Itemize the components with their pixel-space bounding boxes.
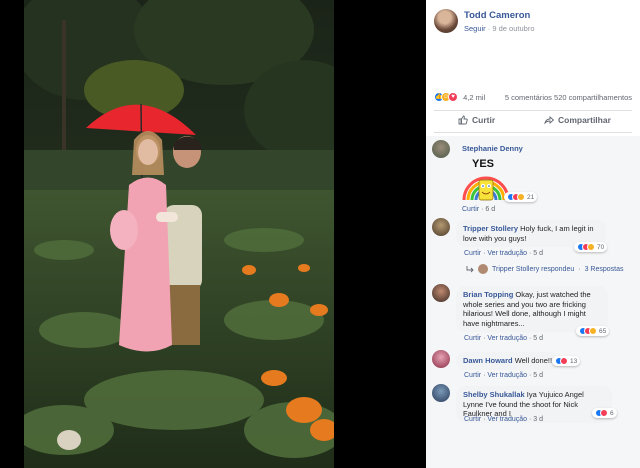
reaction-count[interactable]: 4,2 mil — [463, 93, 485, 102]
replies-row[interactable]: Tripper Stollery respondeu · 3 Respostas — [466, 264, 624, 274]
author-name[interactable]: Todd Cameron — [464, 10, 530, 21]
photo-viewer — [0, 0, 426, 468]
comment-reactions[interactable]: 21 — [504, 192, 538, 202]
love-reaction-icon — [560, 357, 568, 365]
reply-dot: · — [578, 265, 581, 273]
commenter-avatar[interactable] — [432, 384, 450, 402]
comment-footer: Curtir · Ver tradução · 5 d — [464, 250, 544, 257]
divider — [434, 110, 632, 111]
post-photo[interactable] — [24, 0, 334, 468]
haha-reaction-icon — [587, 243, 595, 251]
post-date[interactable]: 9 de outubro — [492, 24, 534, 33]
comment-reaction-count: 21 — [527, 193, 535, 201]
reaction-summary: 👍 ☺ ♥ 4,2 mil 5 comentários 520 comparti… — [434, 92, 632, 106]
comment-like-link[interactable]: Curtir — [464, 416, 481, 423]
commenter-avatar[interactable] — [432, 350, 450, 368]
like-label: Curtir — [472, 115, 496, 125]
comment-reaction-count: 65 — [599, 327, 607, 335]
reply-arrow-icon — [466, 266, 474, 273]
comment-reactions[interactable]: 13 — [552, 356, 581, 366]
comment-reactions[interactable]: 6 — [592, 408, 617, 418]
post-sidebar: Todd Cameron Seguir · 9 de outubro 👍 ☺ ♥… — [426, 0, 640, 468]
comment-bubble: Dawn Howard Well done!! — [456, 352, 560, 370]
shares-count[interactable]: 520 compartilhamentos — [554, 93, 632, 102]
commenter-name[interactable]: Dawn Howard — [463, 356, 513, 365]
reaction-icons[interactable]: 👍 ☺ ♥ — [434, 92, 458, 103]
author-avatar[interactable] — [434, 9, 458, 33]
comment-text: Well done!! — [514, 356, 553, 365]
replier-text[interactable]: Tripper Stollery respondeu — [492, 266, 574, 273]
comments-section: Stephanie Denny YES 21 Curtir · 6 d Trip… — [426, 136, 640, 468]
replier-avatar — [478, 264, 488, 274]
translate-link[interactable]: Ver tradução — [487, 335, 527, 342]
comment-reactions[interactable]: 70 — [574, 242, 608, 252]
commenter-name[interactable]: Brian Topping — [463, 290, 513, 299]
yes-sticker: YES — [462, 158, 510, 206]
comment-like-link[interactable]: Curtir — [462, 206, 479, 213]
commenter-name[interactable]: Shelby Shukallak — [463, 390, 525, 399]
comment-time[interactable]: 5 d — [533, 335, 543, 342]
comment-time[interactable]: 5 d — [533, 372, 543, 379]
translate-link[interactable]: Ver tradução — [487, 372, 527, 379]
haha-reaction-icon — [589, 327, 597, 335]
divider — [434, 132, 632, 133]
post-header: Todd Cameron Seguir · 9 de outubro — [426, 0, 640, 42]
love-reaction-icon — [600, 409, 608, 417]
commenter-avatar[interactable] — [432, 218, 450, 236]
post-meta: Seguir · 9 de outubro — [464, 24, 535, 33]
post-stats: 5 comentários 520 compartilhamentos — [505, 93, 632, 102]
comment-like-link[interactable]: Curtir — [464, 372, 481, 379]
commenter-avatar[interactable] — [432, 284, 450, 302]
comment-footer: Curtir · Ver tradução · 5 d — [464, 335, 544, 342]
comment-footer: Curtir · Ver tradução · 5 d — [464, 372, 544, 379]
share-button[interactable]: Compartilhar — [544, 115, 611, 125]
comment-time[interactable]: 5 d — [533, 250, 543, 257]
comment-footer: Curtir · 6 d — [462, 206, 496, 213]
comment-footer: Curtir · Ver tradução · 3 d — [464, 416, 544, 423]
comment-reaction-count: 70 — [597, 243, 605, 251]
comment-like-link[interactable]: Curtir — [464, 250, 481, 257]
post-actions: Curtir Compartilhar — [434, 112, 632, 130]
haha-reaction-icon — [517, 193, 525, 201]
comment-reaction-count: 6 — [610, 409, 614, 417]
commenter-name[interactable]: Tripper Stollery — [463, 224, 518, 233]
comment-dawn: Dawn Howard Well done!! 13 Curtir · Ver … — [432, 350, 632, 384]
comment-brian: Brian Topping Okay, just watched the who… — [432, 284, 632, 346]
couple-pumpkin-patch-photo — [24, 0, 334, 468]
follow-link[interactable]: Seguir — [464, 24, 486, 33]
sticker-yes-text: YES — [472, 158, 495, 170]
translate-link[interactable]: Ver tradução — [487, 416, 527, 423]
commenter-avatar[interactable] — [432, 140, 450, 158]
thumbs-up-icon — [458, 115, 468, 125]
share-arrow-icon — [544, 116, 554, 125]
comments-count[interactable]: 5 comentários — [505, 93, 552, 102]
comment-time[interactable]: 3 d — [533, 416, 543, 423]
like-button[interactable]: Curtir — [458, 115, 495, 125]
comment-stephanie: Stephanie Denny YES 21 Curtir · 6 d — [432, 140, 632, 214]
comment-shelby: Shelby Shukallak Iya Yujuico Angel Lynne… — [432, 384, 632, 430]
comment-time[interactable]: 6 d — [485, 206, 495, 213]
translate-link[interactable]: Ver tradução — [487, 250, 527, 257]
commenter-name[interactable]: Stephanie Denny — [462, 144, 523, 153]
comment-like-link[interactable]: Curtir — [464, 335, 481, 342]
love-reaction-icon: ♥ — [448, 92, 458, 103]
comment-reaction-count: 13 — [570, 357, 578, 365]
share-label: Compartilhar — [558, 115, 611, 125]
comment-reactions[interactable]: 65 — [576, 326, 610, 336]
replies-count[interactable]: 3 Respostas — [585, 266, 624, 273]
comment-tripper: Tripper Stollery Holy fuck, I am legit i… — [432, 218, 632, 276]
